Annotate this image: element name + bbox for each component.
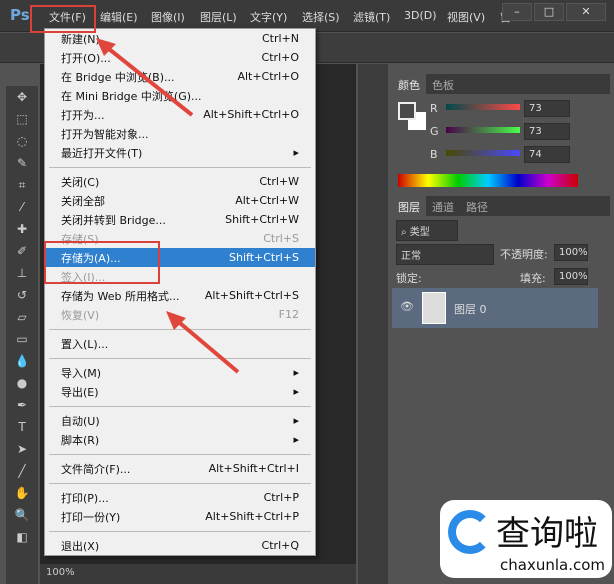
- annotation-arrows: [96, 38, 240, 374]
- foreground-color[interactable]: [398, 102, 416, 120]
- watermark-logo-icon: [448, 510, 492, 554]
- arrow-line: [172, 316, 240, 374]
- watermark: 查询啦 chaxunla.com: [440, 500, 612, 578]
- arrow-line: [102, 43, 194, 117]
- watermark-text: 查询啦: [496, 514, 598, 554]
- watermark-url: chaxunla.com: [500, 556, 605, 574]
